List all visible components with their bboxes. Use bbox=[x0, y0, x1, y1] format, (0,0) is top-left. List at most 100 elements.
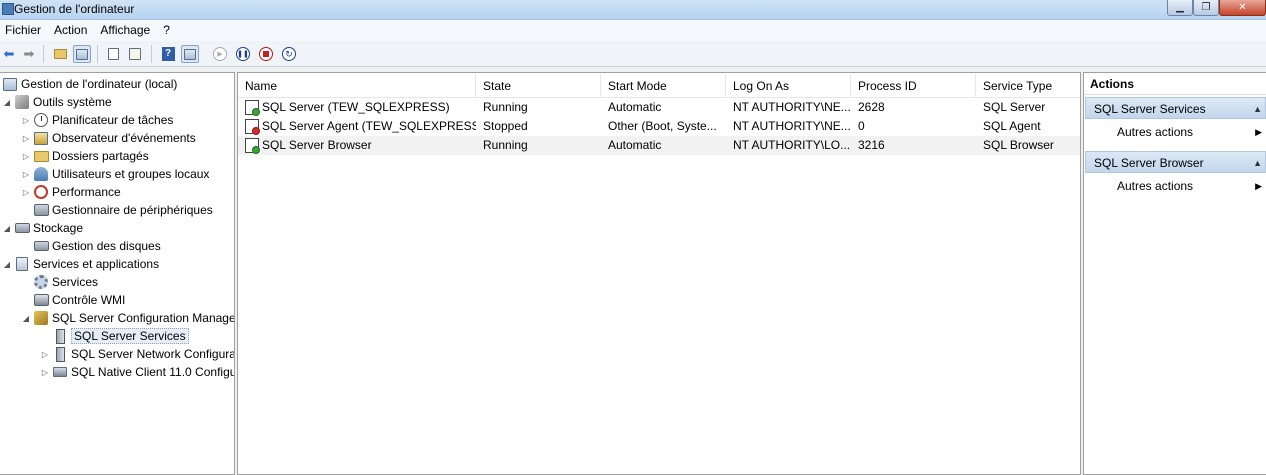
actions-section-sql-server-services[interactable]: SQL Server Services ▲ bbox=[1085, 97, 1266, 119]
column-header-state[interactable]: State bbox=[476, 74, 601, 98]
expand-icon[interactable]: ▷ bbox=[21, 170, 31, 179]
cell-process-id: 0 bbox=[858, 119, 865, 133]
export-icon[interactable] bbox=[126, 45, 144, 63]
table-row[interactable]: SQL Server (TEW_SQLEXPRESS) Running Auto… bbox=[238, 98, 1080, 117]
column-header-start-mode[interactable]: Start Mode bbox=[601, 74, 726, 98]
services-apps-icon bbox=[14, 256, 30, 272]
cell-service-type: SQL Server bbox=[983, 100, 1046, 114]
shared-folder-icon bbox=[33, 148, 49, 164]
cell-name: SQL Server Agent (TEW_SQLEXPRESS) bbox=[262, 119, 476, 133]
column-header-name[interactable]: Name bbox=[238, 74, 476, 98]
gear-icon bbox=[33, 274, 49, 290]
column-header-process-id[interactable]: Process ID bbox=[851, 74, 976, 98]
cell-process-id: 2628 bbox=[858, 100, 885, 114]
services-list[interactable]: Name State Start Mode Log On As Process … bbox=[237, 72, 1081, 475]
tree-item-sql-server-services[interactable]: SQL Server Services bbox=[50, 327, 189, 345]
menu-fichier[interactable]: Fichier bbox=[0, 20, 49, 41]
cell-name: SQL Server Browser bbox=[262, 138, 372, 152]
tree-item-device-manager[interactable]: Gestionnaire de périphériques bbox=[31, 201, 213, 219]
expand-icon[interactable]: ▷ bbox=[21, 152, 31, 161]
users-icon bbox=[33, 166, 49, 182]
table-row[interactable]: SQL Server Browser Running Automatic NT … bbox=[238, 136, 1080, 155]
list-header: Name State Start Mode Log On As Process … bbox=[238, 74, 1080, 98]
column-header-log-on-as[interactable]: Log On As bbox=[726, 74, 851, 98]
show-hide-tree-icon[interactable] bbox=[73, 45, 91, 63]
disk-icon bbox=[33, 238, 49, 254]
cell-start-mode: Automatic bbox=[608, 138, 662, 152]
cell-log-on-as: NT AUTHORITY\NE... bbox=[733, 100, 851, 114]
server-icon bbox=[52, 346, 68, 362]
storage-icon bbox=[14, 220, 30, 236]
network-icon bbox=[52, 364, 68, 380]
collapse-caret-icon[interactable]: ▲ bbox=[1253, 152, 1262, 174]
clock-icon bbox=[33, 112, 49, 128]
cell-start-mode: Other (Boot, Syste... bbox=[608, 119, 717, 133]
table-row[interactable]: SQL Server Agent (TEW_SQLEXPRESS) Stoppe… bbox=[238, 117, 1080, 136]
cell-service-type: SQL Agent bbox=[983, 119, 1041, 133]
sql-config-icon bbox=[33, 310, 49, 326]
window-title: Gestion de l'ordinateur bbox=[14, 2, 135, 16]
menu-bar: Fichier Action Affichage ? bbox=[0, 20, 1266, 41]
up-folder-icon[interactable] bbox=[51, 45, 69, 63]
tree-item-services[interactable]: Services bbox=[31, 273, 98, 291]
forward-arrow-icon[interactable]: ➡ bbox=[20, 45, 38, 63]
expand-icon[interactable]: ▷ bbox=[21, 188, 31, 197]
action-more-actions[interactable]: Autres actions ▶ bbox=[1085, 176, 1266, 196]
computer-icon bbox=[2, 76, 18, 92]
console-tree[interactable]: Gestion de l'ordinateur (local) ◢ Outils… bbox=[0, 72, 235, 475]
tree-item-storage[interactable]: ◢ Stockage bbox=[2, 219, 83, 237]
server-icon bbox=[52, 328, 68, 344]
tree-item-task-scheduler[interactable]: ▷ Planificateur de tâches bbox=[21, 111, 173, 129]
tree-item-services-applications[interactable]: ◢ Services et applications bbox=[2, 255, 159, 273]
cell-service-type: SQL Browser bbox=[983, 138, 1054, 152]
cell-name: SQL Server (TEW_SQLEXPRESS) bbox=[262, 100, 450, 114]
tree-item-disk-management[interactable]: Gestion des disques bbox=[31, 237, 161, 255]
show-hide-action-pane-icon[interactable] bbox=[181, 45, 199, 63]
wmi-icon bbox=[33, 292, 49, 308]
expand-icon[interactable]: ▷ bbox=[40, 368, 50, 377]
event-viewer-icon bbox=[33, 130, 49, 146]
menu-help[interactable]: ? bbox=[158, 20, 178, 41]
collapse-icon[interactable]: ◢ bbox=[2, 98, 12, 107]
pause-service-icon[interactable]: ❚❚ bbox=[234, 45, 252, 63]
tree-item-sql-native-client[interactable]: ▷ SQL Native Client 11.0 Configuration bbox=[40, 363, 234, 381]
cell-state: Running bbox=[483, 138, 528, 152]
tree-item-event-viewer[interactable]: ▷ Observateur d'événements bbox=[21, 129, 196, 147]
action-more-actions[interactable]: Autres actions ▶ bbox=[1085, 122, 1266, 142]
actions-section-sql-server-browser[interactable]: SQL Server Browser ▲ bbox=[1085, 151, 1266, 173]
expand-icon[interactable]: ▷ bbox=[21, 116, 31, 125]
start-service-icon[interactable]: ▶ bbox=[211, 45, 229, 63]
tree-item-performance[interactable]: ▷ Performance bbox=[21, 183, 121, 201]
title-bar: Gestion de l'ordinateur ▁ ❐ ✕ bbox=[0, 0, 1266, 20]
collapse-icon[interactable]: ◢ bbox=[2, 260, 12, 269]
properties-icon[interactable] bbox=[104, 45, 122, 63]
expand-icon[interactable]: ▷ bbox=[40, 350, 50, 359]
help-icon[interactable]: ? bbox=[159, 45, 177, 63]
tree-item-sql-config-manager[interactable]: ◢ SQL Server Configuration Manager (Loca… bbox=[21, 309, 234, 327]
tree-item-system-tools[interactable]: ◢ Outils système bbox=[2, 93, 112, 111]
back-arrow-icon[interactable]: ⬅ bbox=[0, 45, 18, 63]
performance-icon bbox=[33, 184, 49, 200]
stop-service-icon[interactable] bbox=[257, 45, 275, 63]
actions-pane: Actions SQL Server Services ▲ Autres act… bbox=[1083, 72, 1266, 475]
menu-action[interactable]: Action bbox=[49, 20, 95, 41]
tools-icon bbox=[14, 94, 30, 110]
column-header-service-type[interactable]: Service Type bbox=[976, 74, 1080, 98]
tree-item-shared-folders[interactable]: ▷ Dossiers partagés bbox=[21, 147, 149, 165]
tree-item-wmi-control[interactable]: Contrôle WMI bbox=[31, 291, 125, 309]
section-title: SQL Server Services bbox=[1094, 102, 1206, 116]
app-icon bbox=[2, 3, 14, 15]
restart-service-icon[interactable]: ↻ bbox=[280, 45, 298, 63]
collapse-icon[interactable]: ◢ bbox=[2, 224, 12, 233]
minimize-button[interactable]: ▁ bbox=[1167, 0, 1193, 16]
maximize-button[interactable]: ❐ bbox=[1193, 0, 1219, 16]
expand-icon[interactable]: ▷ bbox=[21, 134, 31, 143]
close-button[interactable]: ✕ bbox=[1219, 0, 1266, 16]
collapse-icon[interactable]: ◢ bbox=[21, 314, 31, 323]
tree-item-local-users-groups[interactable]: ▷ Utilisateurs et groupes locaux bbox=[21, 165, 209, 183]
collapse-caret-icon[interactable]: ▲ bbox=[1253, 98, 1262, 120]
tree-item-sql-network-config[interactable]: ▷ SQL Server Network Configuration bbox=[40, 345, 234, 363]
tree-item-computer-management[interactable]: Gestion de l'ordinateur (local) bbox=[0, 75, 177, 93]
menu-affichage[interactable]: Affichage bbox=[95, 20, 158, 41]
actions-title: Actions bbox=[1084, 73, 1266, 95]
